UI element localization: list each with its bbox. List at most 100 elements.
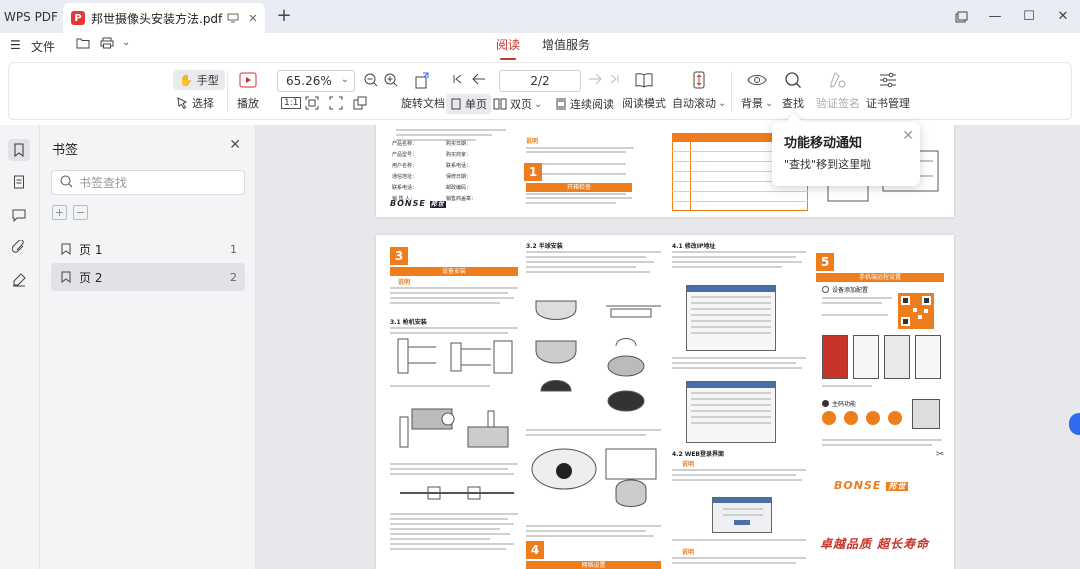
maximize-button[interactable]: ☐ bbox=[1012, 0, 1046, 33]
comment-icon[interactable] bbox=[8, 204, 30, 226]
rotate-page-icon[interactable] bbox=[353, 96, 367, 110]
note-label: 说明 bbox=[398, 279, 411, 286]
window-close-button[interactable]: ✕ bbox=[1046, 0, 1080, 33]
bookmark-page-number: 1 bbox=[230, 242, 237, 256]
pdf-file-icon: P bbox=[71, 11, 85, 25]
fit-page-icon[interactable] bbox=[305, 96, 319, 110]
page-number-value: 2/2 bbox=[530, 74, 550, 88]
zoom-select[interactable]: 65.26% ⌄ bbox=[277, 70, 355, 92]
document-view[interactable]: 产品名称： 产品型号： 用户名称： 通信地址： 联系电话： 销 售 人： 购买日… bbox=[256, 125, 1080, 569]
cursor-icon bbox=[177, 97, 188, 109]
play-button[interactable]: 播放 bbox=[237, 69, 259, 111]
file-menu[interactable]: 文件 bbox=[31, 38, 55, 55]
section-body bbox=[672, 251, 806, 268]
hand-icon: ✋ bbox=[179, 73, 193, 87]
page-number-input[interactable]: 2/2 bbox=[499, 70, 581, 92]
section-number-badge: 4 bbox=[526, 541, 544, 559]
bookmark-search-input[interactable] bbox=[79, 175, 229, 190]
rotate-document-button[interactable]: 旋转文档 bbox=[401, 69, 445, 111]
title-bar: WPS PDF P 邦世摄像头安装方法.pdf ✕ + — ☐ ✕ bbox=[0, 0, 1080, 33]
read-mode-button[interactable]: 阅读模式 bbox=[622, 69, 666, 111]
new-tab-button[interactable]: + bbox=[275, 7, 293, 26]
bookmarks-panel: 书签 ✕ + − 页 1 1 页 2 2 bbox=[40, 125, 256, 569]
open-folder-icon[interactable] bbox=[76, 37, 90, 52]
verify-signature-button[interactable]: 验证签名 bbox=[816, 69, 860, 111]
next-page-icon[interactable] bbox=[588, 73, 602, 85]
close-icon[interactable]: ✕ bbox=[229, 137, 241, 153]
fit-width-icon[interactable] bbox=[329, 96, 343, 110]
previous-page-icon[interactable] bbox=[472, 73, 486, 85]
continuous-read-button[interactable]: 连续阅读 bbox=[555, 96, 614, 112]
note-label: 说明 bbox=[682, 461, 695, 468]
form-row: 联系电话： bbox=[446, 163, 472, 169]
chevron-down-icon: ⌄ bbox=[765, 97, 774, 109]
zoom-in-icon[interactable] bbox=[383, 72, 399, 88]
single-page-button[interactable]: 单页 bbox=[446, 94, 491, 114]
tab-close-icon[interactable]: ✕ bbox=[245, 10, 261, 26]
thumbnail-icon[interactable] bbox=[8, 171, 30, 193]
brand-cn: 邦世 bbox=[886, 482, 909, 491]
window-controls: — ☐ ✕ bbox=[944, 0, 1080, 33]
hand-tool-button[interactable]: ✋ 手型 bbox=[173, 70, 225, 90]
bookmark-item[interactable]: 页 1 1 bbox=[51, 235, 245, 263]
expand-all-icon[interactable]: + bbox=[52, 205, 67, 220]
collapse-all-icon[interactable]: − bbox=[73, 205, 88, 220]
section-title: 手机端远程设置 bbox=[816, 273, 944, 282]
ip-tool-screenshot bbox=[686, 285, 776, 351]
bookmark-icon bbox=[61, 271, 71, 283]
bookmark-item[interactable]: 页 2 2 bbox=[51, 263, 245, 291]
cable-drawing bbox=[398, 481, 516, 505]
print-icon[interactable] bbox=[100, 37, 114, 52]
notification-body: "查找"移到这里啦 bbox=[784, 158, 872, 171]
first-page-icon[interactable] bbox=[452, 73, 464, 85]
attachment-icon[interactable] bbox=[8, 236, 30, 258]
auto-scroll-button[interactable]: 自动滚动 ⌄ bbox=[672, 69, 726, 111]
bookmark-search-box[interactable] bbox=[51, 170, 245, 195]
brand-text: BONSE bbox=[390, 199, 426, 208]
find-label: 查找 bbox=[782, 97, 804, 110]
slogan: 卓越品质 超长寿命 bbox=[820, 537, 930, 551]
close-icon[interactable]: ✕ bbox=[902, 128, 914, 144]
bookmark-icon bbox=[61, 243, 71, 255]
double-page-icon bbox=[493, 98, 507, 110]
window-layout-icon[interactable] bbox=[944, 0, 978, 33]
left-rail bbox=[0, 125, 40, 569]
book-icon bbox=[633, 69, 655, 91]
tab-read[interactable]: 阅读 bbox=[496, 33, 520, 60]
section-body bbox=[672, 469, 806, 481]
brand-logo: BONSE 邦世 bbox=[834, 479, 909, 492]
minimize-button[interactable]: — bbox=[978, 0, 1012, 33]
section-body bbox=[390, 463, 518, 475]
subsection-title: 4.1 修改IP地址 bbox=[672, 243, 716, 250]
subsection-title: 4.2 WEB登录界面 bbox=[672, 451, 725, 458]
section-number: 1 bbox=[528, 165, 538, 179]
double-page-button[interactable]: 双页 ⌄ bbox=[493, 96, 542, 112]
bookmark-page-number: 2 bbox=[230, 270, 237, 284]
zoom-out-icon[interactable] bbox=[363, 72, 379, 88]
find-button[interactable]: 查找 bbox=[782, 69, 804, 111]
select-tool-button[interactable]: 选择 bbox=[177, 95, 214, 111]
background-button[interactable]: 背景 ⌄ bbox=[741, 69, 773, 111]
chevron-down-icon[interactable]: ⌄ bbox=[122, 37, 130, 48]
subsection-title: 主码功能 bbox=[822, 399, 856, 408]
bookmark-item-label: 页 2 bbox=[79, 270, 103, 285]
menu-icon[interactable]: ☰ bbox=[10, 38, 21, 52]
scissors-icon: ✂ bbox=[936, 449, 945, 460]
last-page-icon[interactable] bbox=[608, 73, 620, 85]
ip-settings-screenshot bbox=[686, 381, 776, 443]
read-mode-label: 阅读模式 bbox=[622, 97, 666, 110]
single-page-icon bbox=[450, 98, 462, 110]
bookmark-icon[interactable] bbox=[8, 139, 30, 161]
sliders-icon bbox=[877, 69, 899, 91]
section-body bbox=[390, 385, 518, 387]
app-tab[interactable]: WPS PDF bbox=[0, 0, 62, 33]
sign-icon[interactable] bbox=[8, 269, 30, 291]
section-body bbox=[526, 251, 661, 273]
floating-scroll-handle[interactable] bbox=[1069, 413, 1080, 435]
tab-value-added[interactable]: 增值服务 bbox=[542, 33, 590, 60]
certificate-manager-button[interactable]: 证书管理 bbox=[866, 69, 910, 111]
document-tab[interactable]: P 邦世摄像头安装方法.pdf ✕ bbox=[63, 3, 265, 33]
section-body bbox=[672, 557, 806, 564]
tab-monitor-icon[interactable] bbox=[225, 10, 241, 26]
actual-size-icon[interactable]: 1:1 bbox=[281, 97, 302, 109]
